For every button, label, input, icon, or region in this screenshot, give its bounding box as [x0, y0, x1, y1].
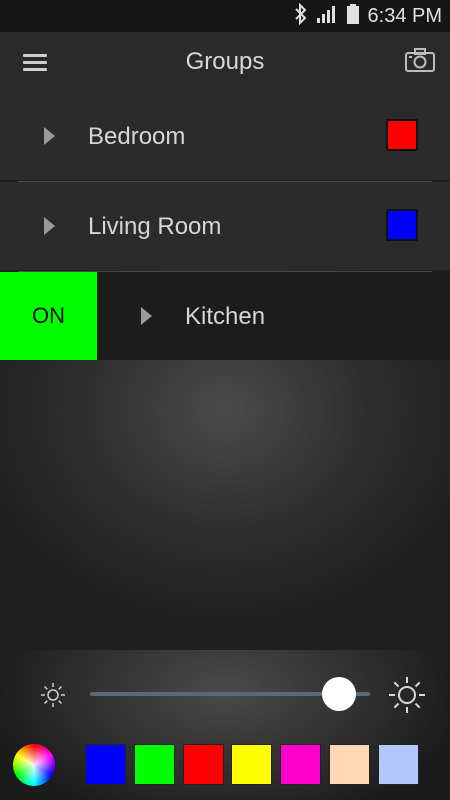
status-bar: 6:34 PM [0, 0, 450, 32]
color-swatch[interactable] [231, 744, 273, 785]
group-row-living-room[interactable]: Living Room [0, 182, 450, 270]
group-name: Kitchen [185, 303, 266, 330]
group-color-swatch[interactable] [386, 209, 418, 241]
on-button[interactable]: ON [0, 272, 97, 360]
app-bar: Groups [0, 32, 450, 93]
signal-icon [316, 4, 338, 29]
group-name: Bedroom [88, 123, 186, 150]
expand-arrow-icon[interactable] [44, 127, 55, 145]
control-panel [0, 650, 450, 800]
color-wheel-icon[interactable] [13, 744, 55, 786]
group-name: Living Room [88, 213, 222, 240]
camera-icon[interactable] [404, 46, 436, 74]
screen: 6:34 PM Groups Bedroom Living Room ON Ki… [0, 0, 450, 800]
group-row-bedroom[interactable]: Bedroom [0, 92, 450, 180]
hamburger-menu-icon[interactable] [18, 48, 52, 76]
brightness-slider-knob[interactable] [322, 677, 357, 711]
color-swatch[interactable] [280, 744, 322, 785]
group-color-swatch[interactable] [386, 119, 418, 151]
expand-arrow-icon[interactable] [44, 217, 55, 235]
color-swatch[interactable] [182, 744, 224, 785]
color-swatch[interactable] [133, 744, 175, 785]
group-row-kitchen[interactable]: ON Kitchen [0, 272, 450, 360]
status-icons: 6:34 PM [294, 0, 442, 32]
color-swatch[interactable] [85, 744, 126, 785]
status-time: 6:34 PM [367, 4, 442, 27]
color-swatch[interactable] [377, 744, 419, 785]
bluetooth-icon [294, 2, 308, 30]
expand-arrow-icon[interactable] [141, 307, 152, 325]
color-swatch[interactable] [329, 744, 370, 785]
brightness-low-icon[interactable] [40, 682, 66, 713]
brightness-high-icon[interactable] [388, 676, 426, 719]
page-title: Groups [185, 48, 265, 75]
battery-icon [346, 3, 360, 30]
